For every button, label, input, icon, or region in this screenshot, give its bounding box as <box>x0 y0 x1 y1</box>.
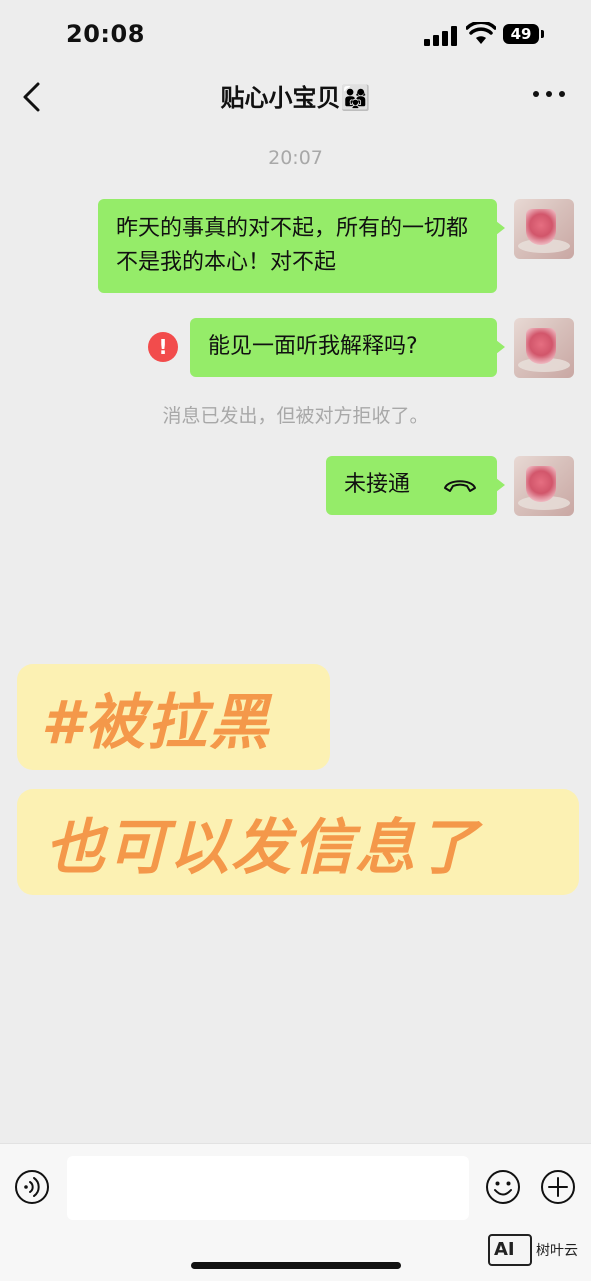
status-time: 20:08 <box>66 20 145 48</box>
call-status-label: 未接通 <box>344 472 411 497</box>
cellular-signal-icon <box>424 26 458 46</box>
send-failed-icon[interactable]: ! <box>148 332 178 362</box>
sent-message-bubble[interactable]: 昨天的事真的对不起，所有的一切都不是我的本心！对不起 <box>98 199 505 293</box>
status-bar: 20:08 49 <box>0 0 591 70</box>
home-indicator <box>191 1262 401 1269</box>
back-arrow-icon[interactable] <box>14 76 50 116</box>
more-options-icon[interactable] <box>531 88 567 100</box>
call-message-bubble[interactable]: 未接通 <box>326 456 505 515</box>
chat-title: 贴心小宝贝👨‍👩‍👧 <box>220 84 371 112</box>
chat-header: 贴心小宝贝👨‍👩‍👧 <box>0 70 591 122</box>
emoji-icon[interactable] <box>485 1169 521 1205</box>
sent-message-bubble[interactable]: 能见一面听我解释吗? <box>190 318 505 377</box>
overlay-caption-box: #被拉黑 <box>17 664 330 770</box>
overlay-caption-line: 也可以发信息了 <box>45 813 479 883</box>
overlay-caption-box: 也可以发信息了 <box>17 789 579 895</box>
battery-tip <box>541 30 544 38</box>
more-functions-plus-icon[interactable] <box>540 1169 576 1205</box>
user-avatar[interactable] <box>514 318 574 378</box>
message-timestamp: 20:07 <box>268 147 323 169</box>
watermark: AI 树叶云 <box>488 1234 588 1270</box>
user-avatar[interactable] <box>514 456 574 516</box>
watermark-text: 树叶云 <box>536 1243 578 1259</box>
wifi-icon <box>466 22 496 44</box>
rejected-notice: 消息已发出，但被对方拒收了。 <box>162 405 429 427</box>
overlay-caption-line: #被拉黑 <box>41 688 271 758</box>
message-input[interactable] <box>67 1156 469 1220</box>
hang-up-phone-icon <box>444 480 476 492</box>
voice-input-icon[interactable] <box>14 1169 50 1205</box>
watermark-logo: AI <box>488 1234 532 1266</box>
battery-indicator: 49 <box>503 24 539 44</box>
user-avatar[interactable] <box>514 199 574 259</box>
